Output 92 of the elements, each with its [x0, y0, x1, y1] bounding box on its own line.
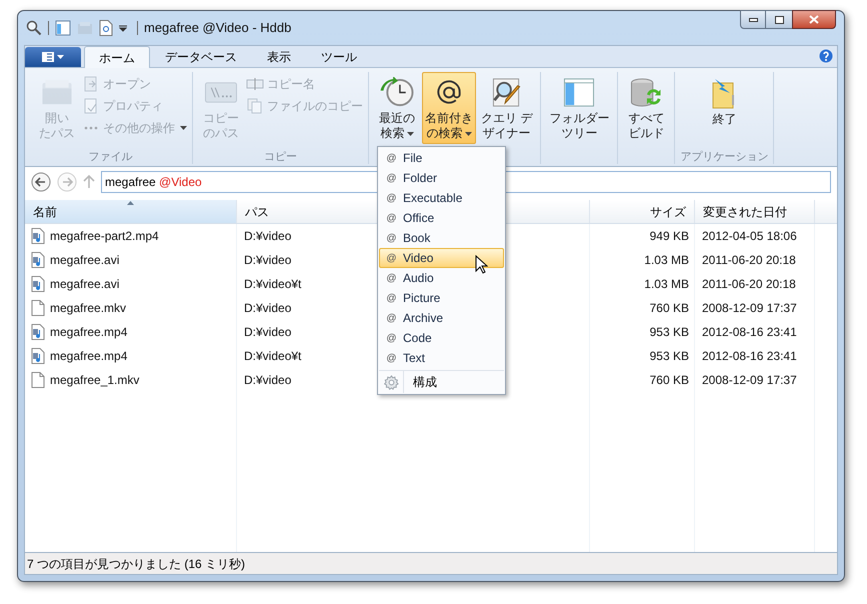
ribbon-button[interactable]: すべて ビルド	[623, 72, 670, 144]
menu-icon	[42, 52, 64, 62]
minimize-icon	[748, 18, 758, 22]
database-refresh-icon	[629, 77, 664, 108]
ribbon-tab[interactable]: 表示	[252, 46, 306, 67]
ribbon-button[interactable]: 終了	[701, 72, 748, 144]
app-menu-button[interactable]	[25, 47, 81, 67]
close-button[interactable]	[792, 10, 836, 29]
column-header[interactable]: 変更された日付	[695, 200, 815, 223]
table-cell: D:¥video¥t	[244, 349, 302, 363]
minimize-button[interactable]	[740, 10, 766, 29]
document-search-icon[interactable]	[99, 20, 113, 36]
media-file-icon	[31, 276, 45, 292]
gear-icon	[384, 374, 398, 390]
menu-item[interactable]: @ File	[379, 148, 504, 168]
table-cell: 2008-12-09 17:37	[702, 373, 797, 387]
media-file-icon	[31, 252, 45, 268]
back-icon[interactable]	[31, 172, 51, 192]
table-cell: 2011-06-20 20:18	[702, 253, 796, 267]
menu-item[interactable]: @ Office	[379, 208, 504, 228]
menu-item[interactable]: @ Book	[379, 228, 504, 248]
table-cell: D:¥video	[244, 229, 292, 243]
pane-layout-icon	[562, 77, 596, 108]
table-cell: 2012-08-16 23:41	[702, 349, 797, 363]
table-cell-text: 1.03 MB	[644, 252, 689, 269]
caret-icon	[180, 126, 187, 130]
caret-icon	[464, 132, 472, 136]
sort-arrow-icon	[127, 201, 134, 205]
table-cell-text: megafree.mp4	[50, 348, 128, 365]
status-text: 7 つの項目が見つかりました (16 ミリ秒)	[27, 556, 246, 572]
ribbon-button[interactable]: クエリ デ ザイナー	[478, 72, 536, 144]
media-file-icon	[31, 228, 45, 244]
maximize-button[interactable]	[766, 10, 792, 29]
ribbon-tab[interactable]: ツール	[306, 46, 372, 67]
ribbon-button[interactable]: フォルダー ツリー	[546, 72, 612, 144]
table-cell: D:¥video	[244, 253, 292, 267]
table-cell: 2012-08-16 23:41	[702, 325, 797, 339]
group-label: コピー	[264, 150, 297, 164]
menu-item[interactable]: @ Audio	[379, 268, 504, 288]
table-cell-text: megafree-part2.mp4	[50, 228, 159, 245]
table-cell-text: megafree.avi	[50, 252, 120, 269]
table-cell-text: 1.03 MB	[644, 276, 689, 293]
maximize-icon	[774, 16, 784, 24]
table-cell-text: 953 KB	[650, 348, 689, 365]
search-icon[interactable]	[26, 20, 42, 36]
table-cell-text: 760 KB	[650, 372, 689, 389]
ellipsis-icon	[84, 126, 98, 130]
clock-icon	[380, 77, 414, 108]
mouse-pointer-icon	[475, 255, 488, 274]
table-cell-text: 953 KB	[650, 324, 689, 341]
table-cell: D:¥video	[244, 301, 292, 315]
menu-item[interactable]: @ Picture	[379, 288, 504, 308]
table-cell-text: megafree.mp4	[50, 324, 128, 341]
table-cell-text: megafree_1.mkv	[50, 372, 140, 389]
window-title: megafree @Video - Hddb	[144, 19, 292, 38]
ribbon-button[interactable]: 名前付き の検索	[422, 72, 476, 144]
file-icon	[31, 372, 45, 388]
table-cell-text: 949 KB	[650, 228, 689, 245]
ribbon-tab[interactable]: ホーム	[84, 46, 150, 68]
menu-item[interactable]: @ Text	[379, 348, 504, 368]
document-icon	[83, 98, 99, 114]
dropdown-arrow-icon[interactable]	[119, 24, 127, 32]
ribbon-tab[interactable]: データベース	[150, 46, 252, 67]
media-file-icon	[31, 324, 45, 340]
file-icon	[31, 300, 45, 316]
close-icon	[809, 15, 819, 24]
table-cell: 2008-12-09 17:37	[702, 301, 797, 315]
table-cell: D:¥video	[244, 373, 292, 387]
column-header[interactable]: 名前	[25, 200, 237, 223]
table-cell: D:¥video	[244, 325, 292, 339]
media-file-icon	[31, 348, 45, 364]
table-cell: 2012-04-05 18:06	[702, 229, 797, 243]
menu-item[interactable]: @ Folder	[379, 168, 504, 188]
table-cell-text: megafree.mkv	[50, 300, 126, 317]
table-cell-text: megafree.avi	[50, 276, 120, 293]
menu-item[interactable]: @ Code	[379, 328, 504, 348]
group-label: ファイル	[88, 150, 132, 164]
column-header[interactable]: サイズ	[590, 200, 695, 223]
table-cell: 2011-06-20 20:18	[702, 277, 796, 291]
ribbon-button[interactable]: 最近の 検索	[374, 72, 420, 144]
pane-layout-icon[interactable]	[55, 20, 71, 36]
menu-item[interactable]: @ Executable	[379, 188, 504, 208]
help-icon[interactable]	[819, 49, 833, 63]
table-cell: D:¥video¥t	[244, 277, 302, 291]
menu-item[interactable]: @ Archive	[379, 308, 504, 328]
group-label: アプリケーション	[680, 150, 768, 164]
text-field-icon	[246, 77, 264, 91]
caret-icon	[406, 132, 414, 136]
copy-icon	[247, 98, 263, 114]
table-cell-text: 760 KB	[650, 300, 689, 317]
menu-item[interactable]: 構成	[379, 371, 504, 393]
document-icon	[83, 76, 99, 92]
